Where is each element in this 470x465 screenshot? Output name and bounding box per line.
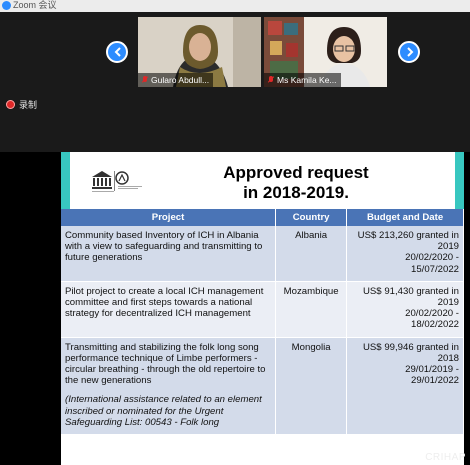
project-note: (International assistance related to an …: [65, 394, 262, 428]
slide-title: Approved request in 2018-2019.: [196, 163, 396, 203]
unesco-logo-icon: [92, 171, 142, 192]
slide-title-line2: in 2018-2019.: [243, 183, 349, 202]
date-from: 20/02/2020 -: [405, 308, 459, 320]
recording-label: 录制: [19, 100, 38, 110]
budget-amount: US$ 213,260 granted in 2019: [357, 230, 459, 253]
column-header-budget: Budget and Date: [346, 209, 464, 226]
participant-name-bar: Gularo Abdull...: [138, 73, 214, 87]
date-to: 18/02/2022: [410, 319, 459, 331]
date-to: 29/01/2022: [410, 375, 459, 387]
budget-cell: US$ 91,430 granted in 2019 20/02/2020 - …: [346, 281, 464, 338]
recording-indicator[interactable]: 录制: [6, 98, 37, 111]
chevron-right-icon: [407, 47, 414, 57]
country-cell: Mozambique: [275, 281, 348, 338]
table-header-row: Project Country Budget and Date: [61, 209, 464, 226]
window-titlebar: Zoom 会议: [0, 0, 470, 12]
slide-accent-left: [61, 152, 70, 210]
budget-cell: US$ 213,260 granted in 2019 20/02/2020 -…: [346, 226, 464, 282]
column-header-country: Country: [275, 209, 348, 226]
table-row: Pilot project to create a local ICH mana…: [61, 281, 464, 338]
project-text: Transmitting and stabilizing the folk lo…: [65, 341, 266, 387]
mic-muted-icon: [142, 76, 148, 84]
country-cell: Mongolia: [275, 337, 348, 436]
participant-name-bar: Ms Kamila Ke...: [264, 73, 341, 87]
chevron-left-icon: [114, 47, 121, 57]
budget-cell: US$ 99,946 granted in 2018 29/01/2019 - …: [346, 337, 464, 436]
next-page-button[interactable]: [398, 41, 420, 63]
country-cell: Albania: [275, 226, 348, 282]
participant-name: Ms Kamila Ke...: [277, 75, 337, 85]
zoom-logo-icon: [2, 1, 11, 10]
project-cell: Transmitting and stabilizing the folk lo…: [61, 337, 277, 436]
date-to: 15/07/2022: [410, 263, 459, 275]
date-from: 29/01/2019 -: [405, 364, 459, 376]
mic-muted-icon: [268, 76, 274, 84]
table-row: Transmitting and stabilizing the folk lo…: [61, 337, 464, 436]
slide-accent-right: [455, 152, 464, 210]
participant-video-tile[interactable]: Gularo Abdull...: [138, 17, 261, 87]
record-dot-icon: [6, 100, 15, 109]
watermark: CRIHAP: [425, 452, 466, 463]
project-cell: Community based Inventory of ICH in Alba…: [61, 226, 277, 282]
budget-amount: US$ 99,946 granted in 2018: [362, 341, 459, 364]
budget-amount: US$ 91,430 granted in 2019: [362, 285, 459, 309]
participant-video-tile[interactable]: Ms Kamila Ke...: [264, 17, 387, 87]
participant-name: Gularo Abdull...: [151, 75, 210, 85]
table-row: Community based Inventory of ICH in Alba…: [61, 226, 464, 282]
project-cell: Pilot project to create a local ICH mana…: [61, 281, 277, 338]
window-title: Zoom 会议: [13, 0, 57, 10]
column-header-project: Project: [61, 209, 277, 226]
previous-page-button[interactable]: [106, 41, 128, 63]
approved-requests-table: Project Country Budget and Date Communit…: [61, 209, 464, 436]
slide-title-line1: Approved request: [223, 163, 369, 182]
date-from: 20/02/2020 -: [405, 252, 459, 264]
